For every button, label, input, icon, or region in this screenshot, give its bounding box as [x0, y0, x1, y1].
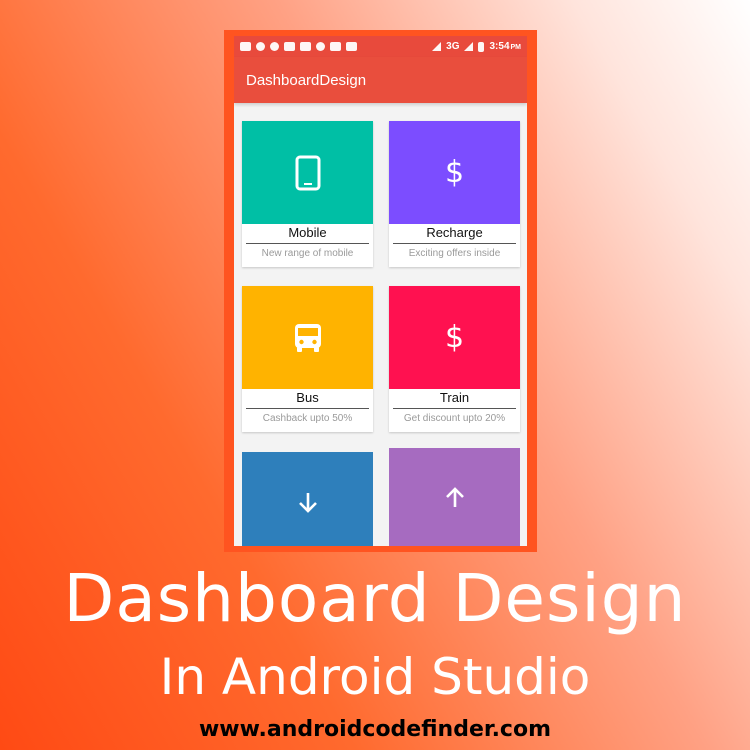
- card-bus[interactable]: Bus Cashback upto 50%: [242, 286, 373, 432]
- shield-icon: [270, 42, 279, 51]
- tile-bus: [242, 286, 373, 389]
- card-divider: [246, 408, 369, 409]
- arrow-up-icon: [445, 487, 464, 507]
- app-title: DashboardDesign: [246, 71, 367, 89]
- website-url[interactable]: www.androidcodefinder.com: [0, 717, 750, 742]
- tile-upload[interactable]: [389, 448, 520, 546]
- card-title: Bus: [296, 390, 319, 405]
- tile-train: $: [389, 286, 520, 389]
- bus-icon: [294, 323, 321, 352]
- banner-subtitle: In Android Studio: [159, 648, 591, 706]
- clock-ampm: PM: [510, 44, 522, 51]
- battery-icon: [478, 41, 485, 52]
- app-icon: [316, 42, 325, 51]
- notification-icons: [240, 42, 357, 51]
- card-divider: [393, 243, 516, 244]
- card-train[interactable]: $ Train Get discount upto 20%: [389, 286, 520, 432]
- tile-mobile: [242, 121, 373, 224]
- chat-icon: [300, 42, 311, 51]
- card-subtitle: New range of mobile: [261, 248, 354, 259]
- message-icon: [240, 42, 251, 51]
- card-recharge[interactable]: $ Recharge Exciting offers inside: [389, 121, 520, 267]
- network-type: 3G: [446, 41, 460, 52]
- dollar-icon: $: [444, 155, 465, 190]
- card-title: Mobile: [288, 225, 327, 240]
- dollar-icon: $: [444, 320, 465, 355]
- card-title: Recharge: [426, 225, 483, 240]
- card-divider: [393, 408, 516, 409]
- status-bar: 3G 3:54PM: [234, 36, 527, 57]
- tile-recharge: $: [389, 121, 520, 224]
- app-bar: DashboardDesign: [234, 57, 527, 103]
- card-subtitle: Get discount upto 20%: [403, 413, 506, 424]
- banner-title: Dashboard Design: [63, 560, 687, 637]
- signal-icon: [464, 42, 474, 51]
- card-title: Train: [439, 390, 470, 405]
- tile-download[interactable]: [242, 452, 373, 546]
- card-subtitle: Cashback upto 50%: [262, 413, 353, 424]
- card-subtitle: Exciting offers inside: [408, 248, 501, 259]
- card-divider: [246, 243, 369, 244]
- clock-time: 3:54: [489, 41, 510, 52]
- card-mobile[interactable]: Mobile New range of mobile: [242, 121, 373, 267]
- arrow-down-icon: [298, 493, 317, 513]
- missed-call-icon: [284, 42, 295, 51]
- smartphone-icon: [295, 155, 320, 190]
- mail-icon: [330, 42, 341, 51]
- system-icons: 3G 3:54PM: [432, 41, 521, 52]
- clock: 3:54PM: [489, 41, 521, 52]
- phone-screen: 3G 3:54PM DashboardDesign Mobile New ran…: [234, 36, 527, 546]
- wifi-icon: [432, 42, 442, 51]
- drive-icon: [346, 42, 357, 51]
- phone-frame: 3G 3:54PM DashboardDesign Mobile New ran…: [224, 30, 537, 552]
- lock-icon: [256, 42, 265, 51]
